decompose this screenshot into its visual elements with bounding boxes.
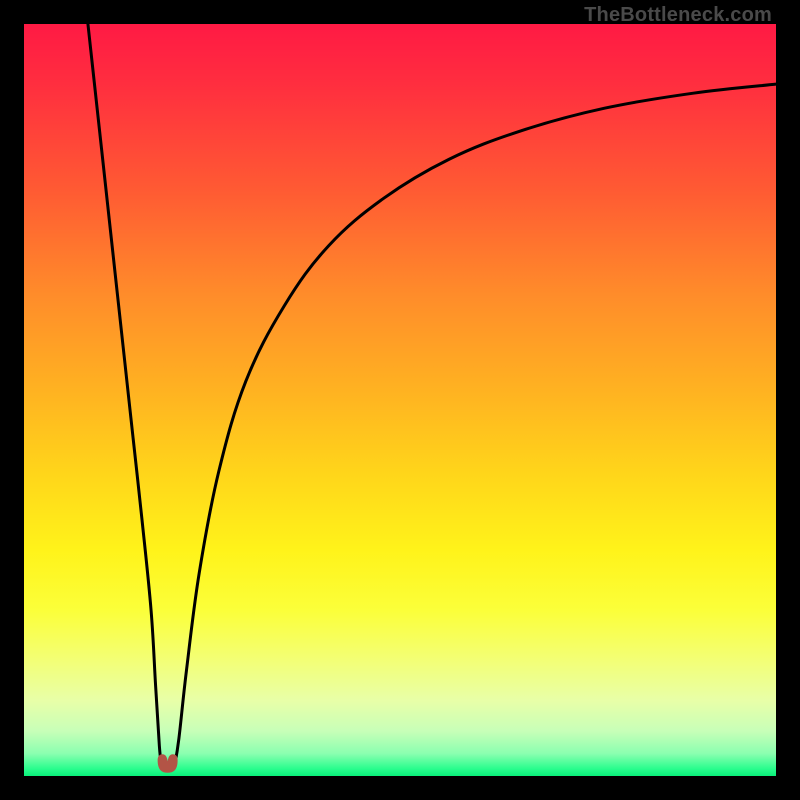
curve-left-branch (88, 24, 162, 767)
marker-nub (158, 754, 178, 773)
curve-right-branch (174, 84, 776, 767)
watermark-text: TheBottleneck.com (584, 4, 772, 27)
plot-frame (24, 24, 776, 776)
chart-svg (24, 24, 776, 776)
